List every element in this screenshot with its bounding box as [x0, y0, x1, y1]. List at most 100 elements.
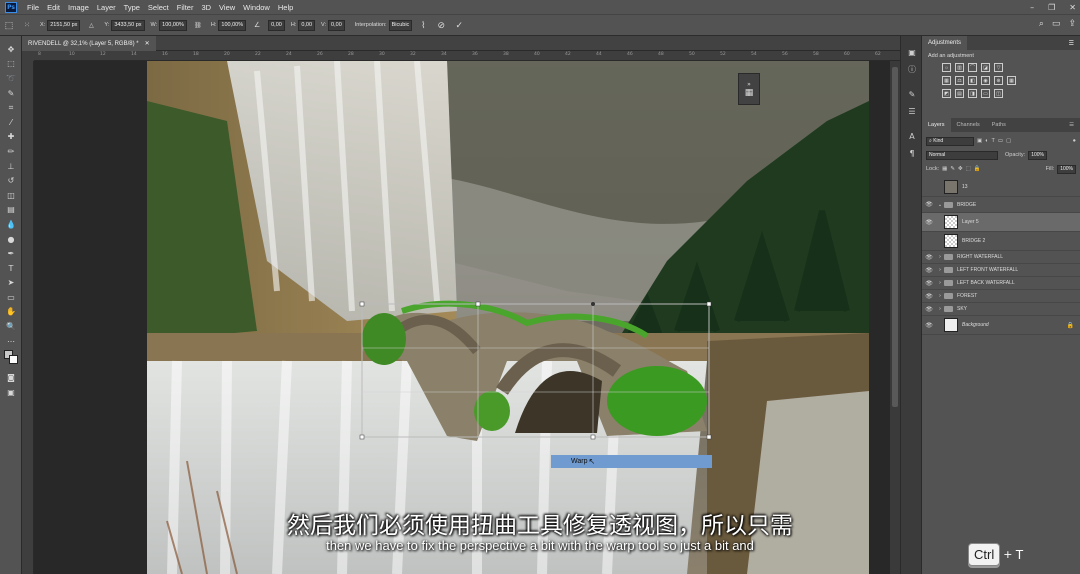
color-balance-icon[interactable]: ⚖ — [955, 76, 964, 85]
close-button[interactable]: ✕ — [1069, 3, 1076, 12]
h-field[interactable]: 100,00% — [218, 19, 247, 31]
angle-field[interactable]: 0,00 — [268, 19, 285, 31]
history-brush-tool-icon[interactable]: ↺ — [0, 173, 22, 188]
commit-transform-icon[interactable]: ✓ — [453, 19, 465, 31]
chevron-right-icon[interactable]: › — [936, 306, 944, 312]
lock-artboard-icon[interactable]: ⬚ — [966, 166, 971, 172]
layer-group-row[interactable]: 👁 ⌄ BRIDGE — [922, 197, 1080, 213]
w-field[interactable]: 100,00% — [159, 19, 187, 31]
channel-mixer-icon[interactable]: ⊕ — [994, 76, 1003, 85]
lock-transparent-icon[interactable]: ▦ — [942, 166, 947, 172]
photo-filter-icon[interactable]: ◉ — [981, 76, 990, 85]
vertical-scrollbar[interactable] — [890, 61, 900, 574]
layer-row[interactable]: BRIDGE 2 — [922, 232, 1080, 251]
layer-group-row[interactable]: 👁 › SKY — [922, 303, 1080, 316]
tab-paths[interactable]: Paths — [986, 118, 1012, 132]
marquee-tool-icon[interactable]: ⬚ — [0, 57, 22, 72]
y-field[interactable]: 3433,50 px — [111, 19, 145, 31]
gradient-map-icon[interactable]: ▭ — [981, 89, 990, 98]
layer-group-row[interactable]: 👁 › LEFT FRONT WATERFALL — [922, 264, 1080, 277]
visibility-eye-icon[interactable]: 👁 — [922, 306, 936, 313]
color-lookup-icon[interactable]: ▦ — [1007, 76, 1016, 85]
selective-color-icon[interactable]: ◫ — [994, 89, 1003, 98]
chevron-right-icon[interactable]: › — [936, 254, 944, 260]
delta-icon[interactable]: △ — [85, 19, 97, 31]
minimize-button[interactable]: – — [1030, 3, 1034, 12]
filter-type-icon[interactable]: T — [992, 138, 995, 144]
lock-image-icon[interactable]: ✎ — [950, 166, 955, 172]
layers-menu-icon[interactable]: ☰ — [1069, 122, 1074, 128]
brightness-icon[interactable]: ☼ — [942, 63, 951, 72]
screen-mode-icon[interactable]: ▣ — [0, 385, 22, 400]
visibility-eye-icon[interactable]: 👁 — [922, 219, 936, 226]
visibility-eye-icon[interactable]: 👁 — [922, 322, 936, 329]
layer-group-row[interactable]: 👁 › FOREST — [922, 290, 1080, 303]
link-icon[interactable]: ⛓ — [192, 19, 204, 31]
visibility-eye-icon[interactable]: 👁 — [922, 254, 936, 261]
menu-help[interactable]: Help — [274, 3, 297, 12]
black-white-icon[interactable]: ◧ — [968, 76, 977, 85]
path-select-tool-icon[interactable]: ➤ — [0, 276, 22, 291]
vibrance-icon[interactable]: ▽ — [994, 63, 1003, 72]
healing-brush-tool-icon[interactable]: ✚ — [0, 130, 22, 145]
properties-panel-icon[interactable]: ☰ — [901, 103, 923, 120]
paragraph-panel-icon[interactable]: ¶ — [901, 145, 923, 162]
visibility-eye-icon[interactable]: 👁 — [922, 293, 936, 300]
type-tool-icon[interactable]: T — [0, 261, 22, 276]
menu-filter[interactable]: Filter — [173, 3, 198, 12]
brush-tool-icon[interactable]: ✏ — [0, 144, 22, 159]
threshold-icon[interactable]: ◨ — [968, 89, 977, 98]
blend-mode-select[interactable]: Normal — [926, 150, 998, 160]
filter-toggle-icon[interactable]: ● — [1073, 138, 1076, 144]
filter-smart-icon[interactable]: ▢ — [1006, 138, 1011, 144]
posterize-icon[interactable]: ▤ — [955, 89, 964, 98]
layer-row-background[interactable]: 👁 Background 🔒 — [922, 316, 1080, 335]
gradient-tool-icon[interactable]: ▤ — [0, 203, 22, 218]
brush-settings-icon[interactable]: ✎ — [901, 86, 923, 103]
panel-menu-icon[interactable]: ☰ — [1069, 40, 1074, 47]
filter-adjust-icon[interactable]: ◐ — [985, 138, 988, 144]
blur-tool-icon[interactable]: 💧 — [0, 217, 22, 232]
layer-row-selected[interactable]: 👁 Layer 5 — [922, 213, 1080, 232]
menu-window[interactable]: Window — [239, 3, 274, 12]
warp-toggle-icon[interactable]: ⌇ — [417, 19, 429, 31]
collapsed-panel[interactable]: » ▦ — [738, 73, 760, 105]
adjustments-tab[interactable]: Adjustments — [922, 36, 968, 50]
lock-all-icon[interactable]: 🔒 — [974, 166, 981, 172]
lasso-tool-icon[interactable]: ➰ — [0, 71, 22, 86]
share-icon[interactable]: ⇪ — [1068, 18, 1076, 29]
zoom-tool-icon[interactable]: 🔍 — [0, 319, 22, 334]
layer-group-row[interactable]: 👁 › LEFT BACK WATERFALL — [922, 277, 1080, 290]
menu-edit[interactable]: Edit — [43, 3, 64, 12]
transform-tool-icon[interactable]: ⬚ — [3, 19, 15, 31]
filter-shape-icon[interactable]: ▭ — [998, 138, 1003, 144]
workspace-icon[interactable]: ▭ — [1052, 18, 1061, 29]
history-panel-icon[interactable]: ▣ — [901, 44, 923, 61]
quick-select-tool-icon[interactable]: ✎ — [0, 86, 22, 101]
tab-channels[interactable]: Channels — [951, 118, 986, 132]
menu-image[interactable]: Image — [64, 3, 93, 12]
expand-icon[interactable]: » — [747, 81, 751, 88]
filter-pixel-icon[interactable]: ▣ — [977, 138, 982, 144]
chevron-right-icon[interactable]: › — [936, 280, 944, 286]
vskew-field[interactable]: 0,00 — [328, 19, 345, 31]
hskew-field[interactable]: 0,00 — [298, 19, 316, 31]
document-tab[interactable]: RIVENDELL @ 32,1% (Layer 5, RGB/8) * ✕ — [22, 36, 156, 51]
kind-filter-select[interactable]: ⌕ Kind — [926, 136, 974, 146]
menu-layer[interactable]: Layer — [93, 3, 120, 12]
lock-position-icon[interactable]: ✥ — [958, 166, 963, 172]
visibility-eye-icon[interactable]: 👁 — [922, 201, 936, 208]
restore-button[interactable]: ❐ — [1048, 3, 1055, 12]
fill-field[interactable]: 100% — [1057, 164, 1076, 174]
move-tool-icon[interactable]: ✥ — [0, 42, 22, 57]
document-canvas[interactable] — [147, 61, 869, 574]
menu-select[interactable]: Select — [144, 3, 173, 12]
properties-icon[interactable]: ▦ — [745, 88, 754, 98]
chevron-down-icon[interactable]: ⌄ — [936, 202, 944, 208]
dodge-tool-icon[interactable]: ● — [0, 232, 22, 247]
menu-3d[interactable]: 3D — [197, 3, 215, 12]
character-panel-icon[interactable]: A — [901, 128, 923, 145]
crop-tool-icon[interactable]: ⌗ — [0, 100, 22, 115]
exposure-icon[interactable]: ◪ — [981, 63, 990, 72]
close-tab-icon[interactable]: ✕ — [145, 40, 150, 47]
